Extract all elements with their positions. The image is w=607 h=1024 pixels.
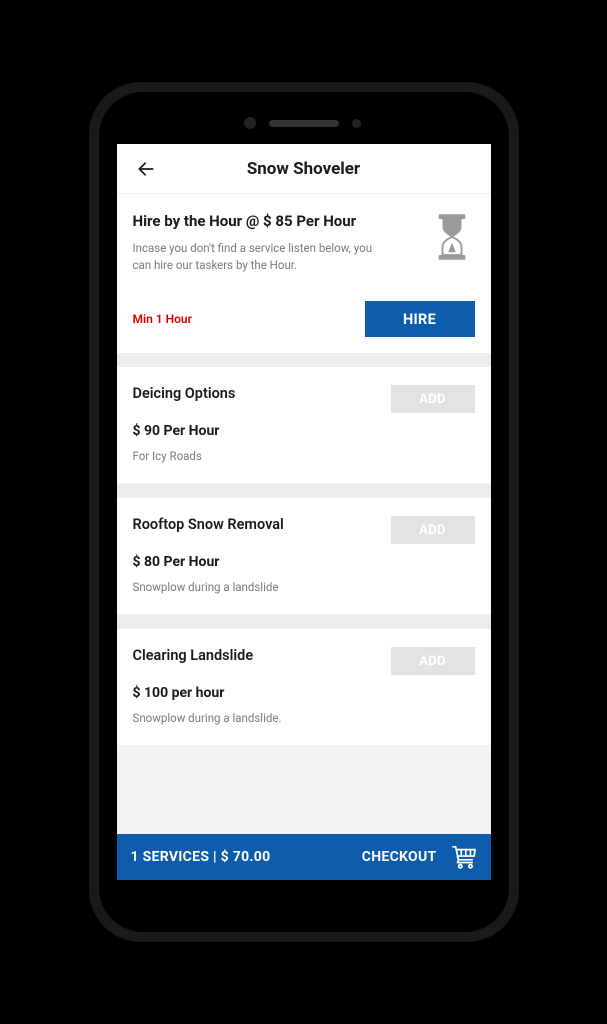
divider-strip: [117, 615, 491, 629]
service-card-landslide: Clearing Landslide ADD $ 100 per hour Sn…: [117, 629, 491, 746]
bottom-bar-right: CHECKOUT: [362, 845, 477, 869]
content-scroll[interactable]: Hire by the Hour @ $ 85 Per Hour Incase …: [117, 194, 491, 834]
add-button[interactable]: ADD: [391, 385, 475, 413]
hire-text-block: Hire by the Hour @ $ 85 Per Hour Incase …: [133, 212, 421, 273]
service-description: Snowplow during a landslide.: [133, 711, 475, 725]
service-card-deicing: Deicing Options ADD $ 90 Per Hour For Ic…: [117, 367, 491, 484]
add-button[interactable]: ADD: [391, 647, 475, 675]
hire-by-hour-card: Hire by the Hour @ $ 85 Per Hour Incase …: [117, 194, 491, 353]
cart-summary: 1 SERVICES | $ 70.00: [131, 849, 271, 865]
phone-sensor: [352, 119, 361, 128]
phone-inner-frame: Snow Shoveler Hire by the Hour @ $ 85 Pe…: [99, 92, 509, 932]
service-top-row: Clearing Landslide ADD: [133, 647, 475, 675]
back-arrow-icon: [136, 159, 156, 179]
hire-description: Incase you don't find a service listen b…: [133, 240, 373, 273]
phone-speaker: [269, 120, 339, 127]
hire-top-row: Hire by the Hour @ $ 85 Per Hour Incase …: [133, 212, 475, 273]
cart-icon[interactable]: [451, 845, 477, 869]
back-button[interactable]: [131, 154, 161, 184]
service-price: $ 100 per hour: [133, 685, 475, 701]
service-title: Rooftop Snow Removal: [133, 516, 284, 533]
service-description: For Icy Roads: [133, 449, 475, 463]
phone-shadow: [124, 966, 484, 988]
checkout-button[interactable]: CHECKOUT: [362, 849, 437, 865]
header: Snow Shoveler: [117, 144, 491, 194]
hourglass-icon: [433, 214, 471, 260]
service-card-rooftop: Rooftop Snow Removal ADD $ 80 Per Hour S…: [117, 498, 491, 615]
service-price: $ 80 Per Hour: [133, 554, 475, 570]
divider-strip: [117, 353, 491, 367]
page-title: Snow Shoveler: [117, 159, 491, 179]
divider-strip: [117, 484, 491, 498]
add-button[interactable]: ADD: [391, 516, 475, 544]
service-title: Clearing Landslide: [133, 647, 254, 664]
bottom-bar: 1 SERVICES | $ 70.00 CHECKOUT: [117, 834, 491, 880]
service-top-row: Rooftop Snow Removal ADD: [133, 516, 475, 544]
hire-bottom-row: Min 1 Hour HIRE: [133, 301, 475, 337]
phone-frame: Snow Shoveler Hire by the Hour @ $ 85 Pe…: [89, 82, 519, 942]
service-top-row: Deicing Options ADD: [133, 385, 475, 413]
hire-title: Hire by the Hour @ $ 85 Per Hour: [133, 212, 421, 230]
app-screen: Snow Shoveler Hire by the Hour @ $ 85 Pe…: [117, 144, 491, 880]
phone-camera: [244, 117, 256, 129]
service-description: Snowplow during a landslide: [133, 580, 475, 594]
service-title: Deicing Options: [133, 385, 236, 402]
service-price: $ 90 Per Hour: [133, 423, 475, 439]
hire-button[interactable]: HIRE: [365, 301, 475, 337]
min-hour-label: Min 1 Hour: [133, 312, 192, 326]
